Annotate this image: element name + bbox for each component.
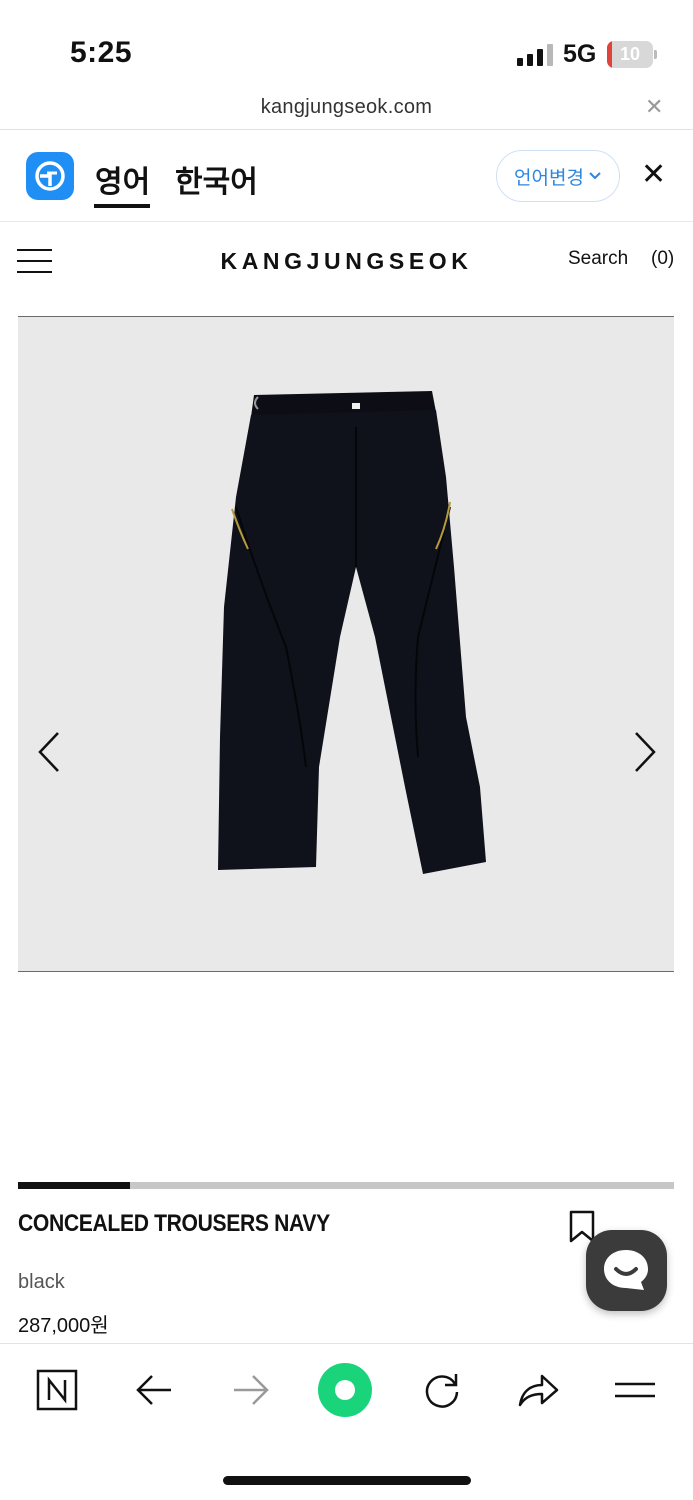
product-color: black: [18, 1271, 65, 1293]
status-time: 5:25: [70, 36, 133, 69]
forward-arrow-icon[interactable]: [227, 1366, 275, 1414]
cart-link[interactable]: (0): [651, 248, 674, 270]
back-arrow-icon[interactable]: [130, 1366, 178, 1414]
naver-green-dot-icon[interactable]: [317, 1362, 373, 1418]
product-image: [218, 391, 486, 874]
chevron-down-icon: [589, 172, 601, 180]
home-indicator: [223, 1476, 471, 1485]
active-tab-indicator: [94, 204, 150, 208]
tab-source-language[interactable]: 영어: [95, 157, 150, 201]
browser-toolbar: [0, 1343, 693, 1500]
battery-icon: 10: [607, 41, 657, 68]
chat-button[interactable]: [586, 1230, 667, 1311]
refresh-icon[interactable]: [418, 1366, 466, 1414]
next-image-arrow-icon[interactable]: [624, 727, 664, 777]
product-price: 287,000원: [18, 1315, 109, 1337]
translate-bar: 영어 한국어 언어변경 ✕: [0, 130, 693, 222]
url-bar[interactable]: kangjungseok.com ✕: [0, 88, 693, 130]
share-icon[interactable]: [514, 1366, 562, 1414]
tab-target-language[interactable]: 한국어: [175, 157, 258, 201]
change-language-label: 언어변경: [514, 167, 584, 189]
gallery-progress-bar: [18, 1182, 674, 1189]
battery-level: 10: [619, 44, 641, 64]
prev-image-arrow-icon[interactable]: [30, 727, 70, 777]
product-image-gallery[interactable]: [18, 316, 674, 972]
site-header: KANGJUNGSEOK Search (0): [0, 222, 693, 302]
chat-icon: [604, 1250, 648, 1290]
network-type: 5G: [563, 40, 597, 68]
search-link[interactable]: Search: [568, 248, 628, 270]
url-text[interactable]: kangjungseok.com: [0, 96, 693, 119]
naver-home-icon[interactable]: [33, 1366, 81, 1414]
change-language-button[interactable]: 언어변경: [496, 150, 620, 202]
cellular-signal-icon: [517, 44, 553, 66]
menu-lines-icon[interactable]: [611, 1366, 659, 1414]
gallery-progress-fill: [18, 1182, 130, 1189]
status-bar: 5:25 5G 10: [0, 0, 693, 90]
papago-logo-icon[interactable]: [26, 152, 74, 200]
close-icon[interactable]: ✕: [645, 94, 663, 120]
close-translate-icon[interactable]: ✕: [641, 160, 666, 190]
product-name: CONCEALED TROUSERS NAVY: [18, 1210, 330, 1237]
